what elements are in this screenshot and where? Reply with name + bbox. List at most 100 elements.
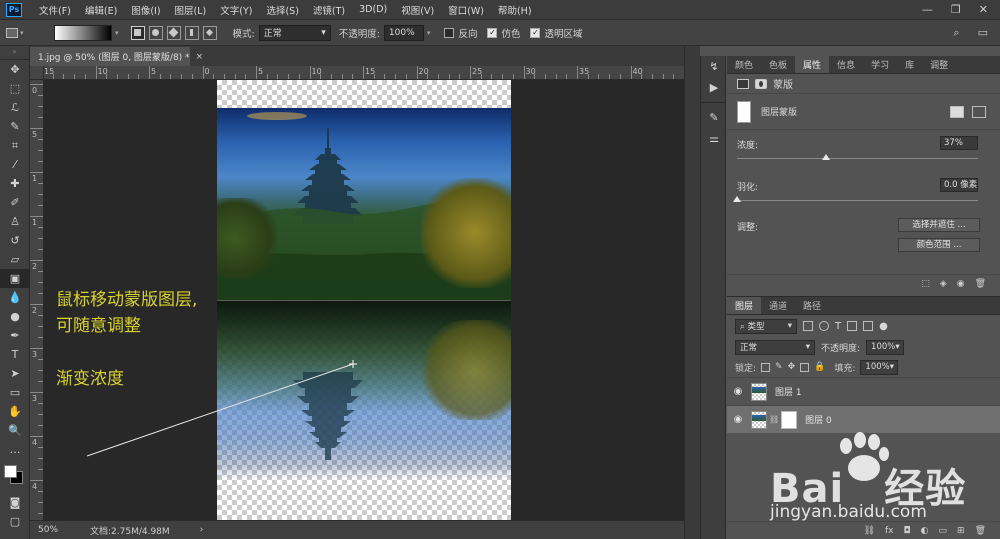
quick-mask-icon[interactable]: ◙ — [0, 493, 30, 512]
layer-mask-thumbnail[interactable] — [781, 410, 798, 429]
layer-name[interactable]: 图层 1 — [775, 385, 802, 398]
color-range-button[interactable]: 颜色范围 ... — [898, 238, 980, 252]
search-icon[interactable]: ⌕ — [953, 26, 959, 40]
eyedropper-tool-icon[interactable]: ⁄ — [0, 155, 30, 174]
adjustments-icon[interactable]: ⚌ — [701, 128, 727, 149]
move-tool-icon[interactable]: ✥ — [0, 60, 30, 79]
lock-transparent-icon[interactable] — [761, 362, 771, 372]
tab-learn[interactable]: 学习 — [863, 56, 897, 73]
chevron-down-icon[interactable]: ▾ — [427, 29, 431, 37]
menu-select[interactable]: 选择(S) — [259, 3, 305, 17]
history-icon[interactable]: ↯ — [701, 56, 727, 77]
vector-mask-button[interactable] — [972, 105, 986, 118]
lock-position-icon[interactable]: ✥ — [788, 362, 796, 372]
menu-view[interactable]: 视图(V) — [394, 3, 441, 17]
layer-row[interactable]: ◉ ⛓ 图层 0 — [727, 405, 1000, 433]
layer-name[interactable]: 图层 0 — [805, 413, 832, 426]
chevron-down-icon[interactable]: ▾ — [115, 29, 119, 37]
radial-gradient-button[interactable] — [148, 25, 163, 40]
fill-input[interactable]: 100% ▾ — [860, 359, 899, 375]
reflected-gradient-button[interactable] — [184, 25, 199, 40]
layer-row[interactable]: ◉ 图层 1 — [727, 377, 1000, 405]
feather-value[interactable]: 0.0 像素 — [940, 178, 978, 192]
type-tool-icon[interactable]: T — [0, 345, 30, 364]
panel-grip-icon[interactable]: » — [0, 46, 29, 60]
menu-3d[interactable]: 3D(D) — [352, 4, 394, 15]
shape-filter-icon[interactable] — [847, 321, 858, 331]
zoom-tool-icon[interactable]: 🔍 — [0, 421, 30, 440]
menu-help[interactable]: 帮助(H) — [491, 3, 539, 17]
menu-file[interactable]: 文件(F) — [32, 3, 78, 17]
diamond-gradient-button[interactable] — [202, 25, 217, 40]
tool-preset-picker[interactable]: ▾ — [6, 24, 34, 42]
canvas-area[interactable]: 鼠标移动蒙版图层, 可随意调整 渐变浓度 — [44, 80, 684, 520]
rectangle-tool-icon[interactable]: ▭ — [0, 383, 30, 402]
eraser-tool-icon[interactable]: ▱ — [0, 250, 30, 269]
layer-opacity-input[interactable]: 100% ▾ — [866, 339, 905, 355]
tab-channels[interactable]: 通道 — [761, 297, 795, 314]
close-icon[interactable]: ✕ — [979, 3, 988, 16]
menu-image[interactable]: 图像(I) — [124, 3, 167, 17]
new-layer-icon[interactable]: ⊞ — [957, 526, 965, 536]
tab-swatches[interactable]: 色板 — [761, 56, 795, 73]
opacity-input[interactable]: 100% — [383, 24, 424, 41]
load-selection-icon[interactable]: ⬚ — [921, 279, 930, 289]
transparency-checkbox[interactable]: ✓ 透明区域 — [530, 26, 582, 40]
adjustment-filter-icon[interactable] — [819, 321, 829, 331]
clone-stamp-tool-icon[interactable]: ♙ — [0, 212, 30, 231]
delete-layer-icon[interactable]: 🗑 — [975, 526, 986, 536]
reverse-checkbox[interactable]: 反向 — [444, 26, 477, 40]
path-select-tool-icon[interactable]: ➤ — [0, 364, 30, 383]
actions-play-icon[interactable]: ▶ — [701, 77, 727, 98]
marquee-tool-icon[interactable]: ⬚ — [0, 79, 30, 98]
visibility-eye-icon[interactable]: ◉ — [727, 386, 749, 397]
foreground-color[interactable] — [4, 465, 17, 478]
density-value[interactable]: 37% — [940, 136, 978, 150]
horizontal-ruler[interactable]: 15 10 5 0 5 10 15 20 25 30 35 40 — [30, 66, 684, 80]
more-tools-icon[interactable]: … — [0, 440, 30, 459]
lock-artboard-icon[interactable] — [800, 362, 810, 372]
smart-object-filter-icon[interactable] — [863, 321, 874, 331]
vertical-ruler[interactable]: 0 5 1 1 2 2 3 3 4 4 — [30, 80, 44, 520]
hand-tool-icon[interactable]: ✋ — [0, 402, 30, 421]
angle-gradient-button[interactable] — [166, 25, 181, 40]
blur-tool-icon[interactable]: 💧 — [0, 288, 30, 307]
pixel-mask-button[interactable] — [950, 105, 964, 118]
document-tab[interactable]: 1.jpg @ 50% (图层 0, 图层蒙版/8) * × — [30, 47, 203, 66]
zoom-level[interactable]: 50% — [30, 525, 70, 535]
dither-checkbox[interactable]: ✓ 仿色 — [487, 26, 520, 40]
lock-image-icon[interactable]: ✎ — [775, 362, 783, 372]
layer-style-icon[interactable]: fx — [885, 526, 894, 536]
tab-layers[interactable]: 图层 — [727, 297, 762, 314]
linear-gradient-button[interactable] — [130, 25, 145, 40]
menu-type[interactable]: 文字(Y) — [213, 3, 259, 17]
apply-mask-icon[interactable]: ◈ — [940, 279, 947, 289]
color-swatches[interactable] — [0, 459, 30, 493]
dodge-tool-icon[interactable]: ● — [0, 307, 30, 326]
menu-filter[interactable]: 滤镜(T) — [306, 3, 352, 17]
blend-mode-select[interactable]: 正常 ▾ — [735, 339, 815, 355]
brush-settings-icon[interactable]: ✎ — [701, 107, 727, 128]
feather-slider-track[interactable] — [737, 200, 978, 201]
close-tab-icon[interactable]: × — [196, 52, 204, 62]
new-group-icon[interactable]: ▭ — [939, 526, 948, 536]
ruler-origin[interactable] — [30, 66, 44, 80]
tab-info[interactable]: 信息 — [829, 56, 863, 73]
adjustment-layer-icon[interactable]: ◐ — [921, 526, 929, 536]
pixel-filter-icon[interactable] — [803, 321, 813, 331]
healing-brush-tool-icon[interactable]: ✚ — [0, 174, 30, 193]
lasso-tool-icon[interactable]: ℒ — [0, 98, 30, 117]
history-brush-tool-icon[interactable]: ↺ — [0, 231, 30, 250]
screen-mode-icon[interactable]: ▢ — [0, 512, 30, 531]
link-layers-icon[interactable]: ⛓ — [864, 526, 875, 536]
layer-filter-select[interactable]: ⌕ 类型 ▾ — [735, 318, 797, 334]
gradient-preview[interactable] — [54, 24, 112, 41]
delete-icon[interactable]: 🗑 — [975, 279, 986, 289]
tab-color[interactable]: 颜色 — [727, 56, 761, 73]
gradient-tool-icon[interactable]: ▣ — [0, 269, 30, 288]
add-mask-icon[interactable]: ◘ — [904, 526, 911, 536]
tab-adjustments[interactable]: 调整 — [922, 56, 956, 73]
workspace-icon[interactable]: ▭ — [978, 26, 988, 40]
lock-all-icon[interactable]: 🔒 — [814, 362, 825, 372]
feather-slider-knob[interactable] — [733, 196, 741, 202]
